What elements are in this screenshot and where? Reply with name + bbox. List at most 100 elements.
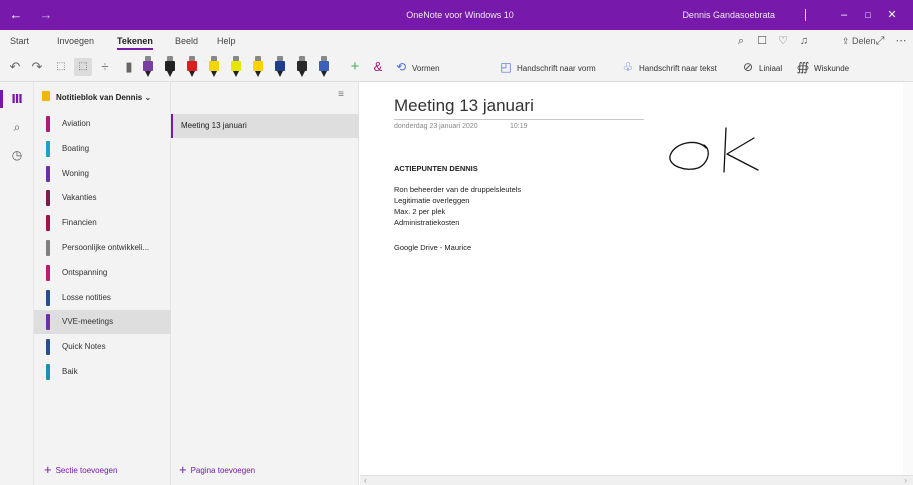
more-options-icon[interactable]: ⋯ — [893, 33, 909, 49]
title-divider — [394, 119, 644, 120]
section-label: Losse notities — [62, 292, 111, 302]
handwritten-ink-ok[interactable] — [668, 124, 768, 176]
pen-icon[interactable] — [275, 56, 285, 78]
note-line[interactable]: Ron beheerder van de druppelsleutels — [394, 185, 521, 194]
section-item[interactable]: Persoonlijke ontwikkeli... — [34, 236, 171, 260]
section-label: Ontspanning — [62, 267, 108, 277]
section-item[interactable]: Woning — [34, 162, 171, 186]
plus-icon: + — [179, 462, 187, 477]
scroll-left-icon[interactable]: ‹ — [364, 476, 367, 485]
note-heading[interactable]: ACTIEPUNTEN DENNIS — [394, 164, 478, 173]
eraser-icon[interactable]: ▮ — [120, 58, 138, 76]
pen-icon[interactable] — [319, 56, 329, 78]
notifications-icon[interactable]: ☐ — [754, 33, 770, 49]
tab-invoegen[interactable]: Invoegen — [57, 30, 94, 52]
section-item[interactable]: Quick Notes — [34, 335, 171, 359]
redo-icon[interactable]: ↷ — [28, 58, 46, 76]
title-separator — [805, 9, 806, 21]
add-pen-icon[interactable]: + — [346, 58, 364, 76]
share-button[interactable]: ⇪ Delen — [842, 30, 876, 52]
lasso-select-icon[interactable]: ⬚ — [52, 58, 70, 76]
ruler-button[interactable]: ⊘ Liniaal — [740, 52, 782, 82]
horizontal-scrollbar[interactable]: ‹ › — [360, 475, 913, 485]
page-title[interactable]: Meeting 13 januari — [394, 96, 534, 116]
forward-arrow-icon[interactable]: → — [38, 0, 54, 30]
ink-to-shape-label: Handschrift naar vorm — [517, 64, 596, 73]
back-arrow-icon[interactable]: ← — [8, 0, 24, 30]
highlighter-icon[interactable] — [231, 56, 241, 78]
section-item[interactable]: Vakanties — [34, 186, 171, 210]
section-item[interactable]: Ontspanning — [34, 261, 171, 285]
section-item[interactable]: Baik — [34, 360, 171, 384]
ruler-icon: ⊘ — [742, 60, 754, 74]
section-item[interactable]: VVE-meetings — [34, 310, 171, 335]
tab-help[interactable]: Help — [217, 30, 236, 52]
expand-icon[interactable]: ⤢ — [872, 33, 888, 49]
recent-clock-icon[interactable]: ◷ — [8, 146, 26, 164]
section-color-tab — [46, 215, 50, 232]
notebook-icon — [42, 91, 50, 101]
vertical-scrollbar[interactable] — [903, 82, 913, 475]
note-line[interactable]: Max. 2 per plek — [394, 207, 445, 216]
page-time: 10:19 — [510, 123, 528, 130]
add-page-button[interactable]: + Pagina toevoegen — [179, 461, 255, 479]
pen-icon[interactable] — [187, 56, 197, 78]
highlighter-icon[interactable] — [209, 56, 219, 78]
add-section-label: Sectie toevoegen — [55, 466, 118, 475]
notebooks-icon[interactable]: Ⅲ — [0, 90, 26, 108]
ruler-label: Liniaal — [759, 64, 783, 73]
pen-icon[interactable] — [165, 56, 175, 78]
tab-start[interactable]: Start — [10, 30, 29, 52]
scroll-right-icon[interactable]: › — [904, 476, 907, 485]
ink-to-text-button[interactable]: ♧ Handschrift naar tekst — [620, 52, 717, 82]
ink-replay-icon[interactable]: & — [369, 58, 387, 76]
add-section-button[interactable]: + Sectie toevoegen — [44, 461, 117, 479]
selected-page-indicator — [171, 114, 173, 138]
highlighter-icon[interactable] — [253, 56, 263, 78]
note-line[interactable]: Google Drive - Maurice — [394, 243, 471, 252]
search-icon[interactable]: ⌕ — [8, 118, 26, 136]
math-button[interactable]: ∰ Wiskunde — [795, 52, 849, 82]
pen-icon[interactable] — [297, 56, 307, 78]
page-item[interactable]: Meeting 13 januari — [171, 114, 359, 138]
shapes-button[interactable]: ⟲ Vormen — [393, 52, 440, 82]
note-canvas[interactable]: Meeting 13 januari donderdag 23 januari … — [360, 82, 913, 485]
note-line[interactable]: Legitimatie overleggen — [394, 196, 469, 205]
tab-beeld[interactable]: Beeld — [175, 30, 198, 52]
section-color-tab — [46, 240, 50, 256]
add-page-label: Pagina toevoegen — [190, 466, 256, 475]
pen-body — [165, 61, 175, 71]
section-label: Vakanties — [62, 193, 97, 203]
ink-to-shape-button[interactable]: ◰ Handschrift naar vorm — [498, 52, 596, 82]
section-item[interactable]: Aviation — [34, 112, 171, 136]
sort-icon[interactable]: ≡ — [334, 88, 348, 102]
maximize-icon[interactable]: □ — [860, 0, 876, 30]
section-label: VVE-meetings — [62, 317, 114, 327]
section-label: Aviation — [62, 119, 91, 128]
page-date: donderdag 23 januari 2020 — [394, 123, 478, 130]
section-item[interactable]: Losse notities — [34, 286, 171, 310]
undo-icon[interactable]: ↶ — [6, 58, 24, 76]
minimize-icon[interactable]: – — [836, 0, 852, 30]
lightbulb-icon[interactable]: ♡ — [775, 33, 791, 49]
section-label: Baik — [62, 367, 78, 376]
pen-body — [231, 61, 241, 71]
search-icon[interactable]: ⌕ — [733, 33, 749, 49]
insert-space-icon[interactable]: ÷ — [96, 58, 114, 76]
nav-rail: Ⅲ ⌕ ◷ — [0, 82, 34, 485]
bell-icon[interactable]: ♫ — [796, 33, 812, 49]
notebook-selector[interactable]: Notitieblok van Dennis ⌄ — [42, 90, 151, 106]
page-item-label: Meeting 13 januari — [181, 121, 247, 130]
pen-icon[interactable] — [143, 56, 153, 78]
close-icon[interactable]: ✕ — [884, 0, 900, 30]
section-color-tab — [46, 364, 50, 380]
tab-tekenen[interactable]: Tekenen — [117, 30, 153, 52]
user-name[interactable]: Dennis Gandasoebrata — [655, 0, 775, 30]
sections-pane: Notitieblok van Dennis ⌄ Aviation Boating… — [34, 82, 171, 485]
section-item[interactable]: Boating — [34, 137, 171, 161]
type-select-icon[interactable]: ⬚ — [74, 58, 92, 76]
pen-body — [143, 61, 153, 71]
section-color-tab — [46, 339, 50, 356]
note-line[interactable]: Administratiekosten — [394, 218, 459, 227]
section-item[interactable]: Financien — [34, 211, 171, 235]
